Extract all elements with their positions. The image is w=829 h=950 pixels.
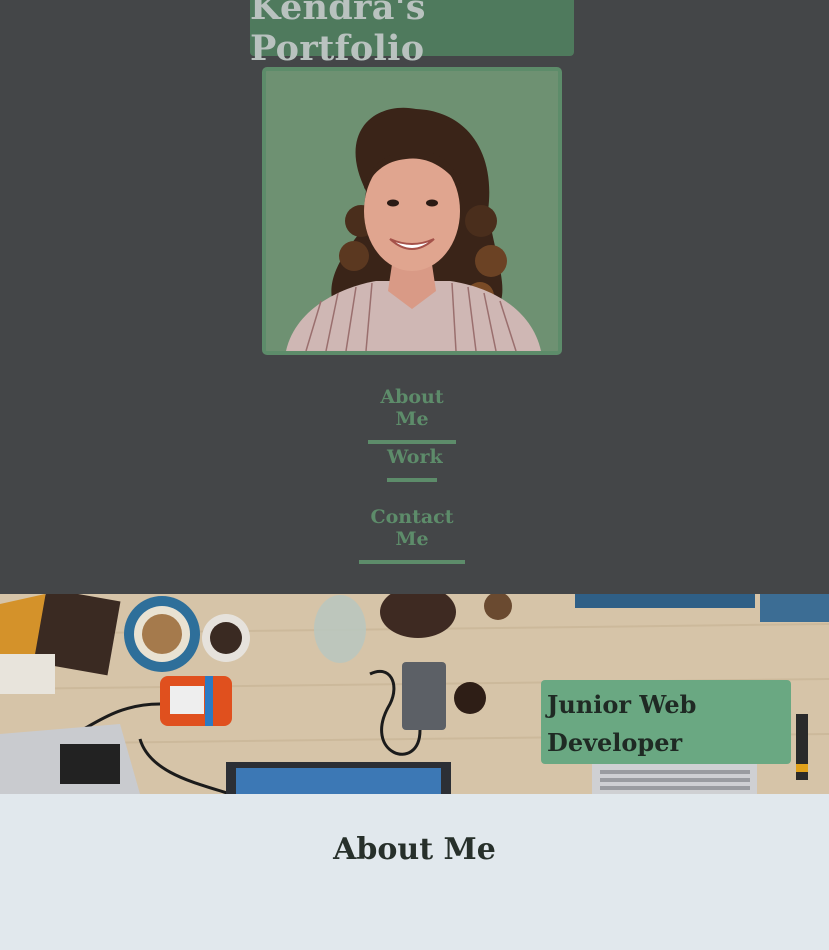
nav-link-work[interactable]: Work [387,446,443,482]
nav-link-about-me[interactable]: About Me [368,386,456,444]
nav-link-contact-me[interactable]: Contact Me [359,506,465,564]
hero-banner: Junior Web Developer [0,594,829,794]
site-header: Kendra's Portfolio About Me Work Contact… [0,0,829,594]
about-heading: About Me [333,832,496,867]
profile-photo [262,67,562,355]
site-title: Kendra's Portfolio [250,0,574,69]
job-title-badge: Junior Web Developer [541,680,791,764]
profile-photo-illustration [266,71,558,351]
about-section: About Me [0,794,829,950]
